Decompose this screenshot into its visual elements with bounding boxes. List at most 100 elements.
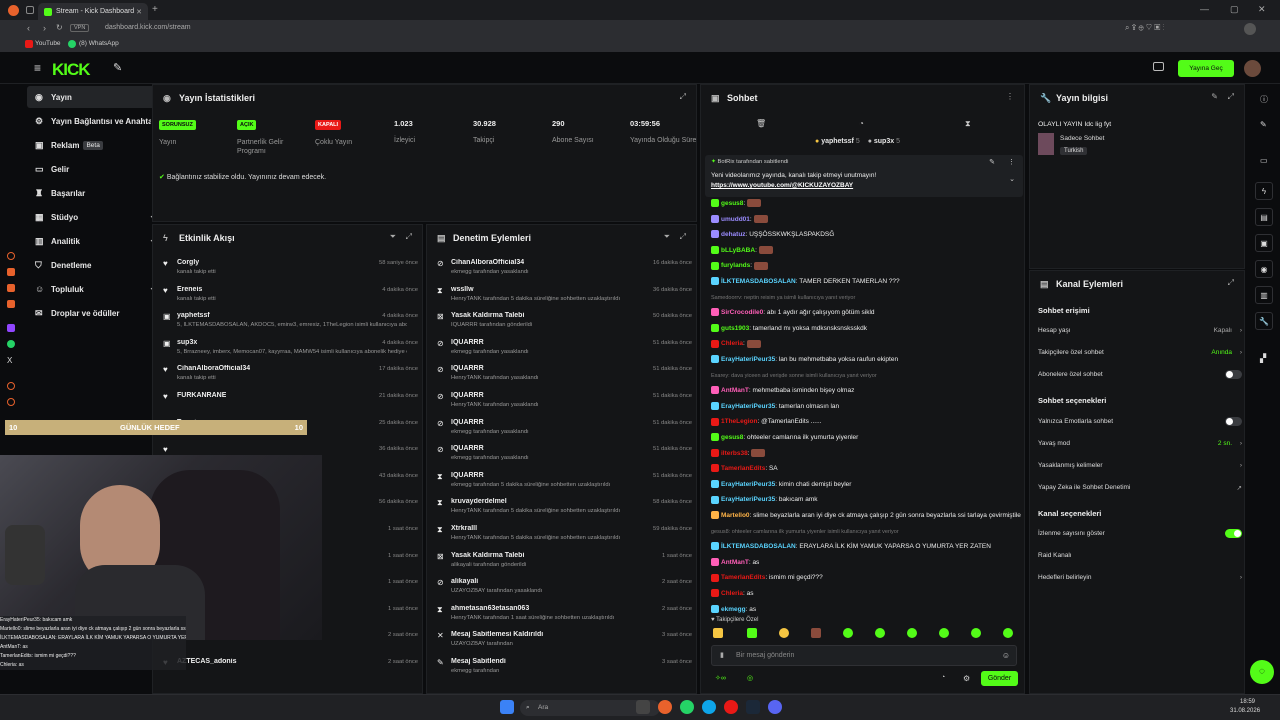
show-viewers-toggle[interactable] <box>1225 529 1242 538</box>
chat-message[interactable]: 1TheLegion: @TamerlanEdits ...... <box>711 417 1021 426</box>
chat-message[interactable]: ErayHateriPeur35: lan bu mehmetbaba yoks… <box>711 355 1021 364</box>
list-item[interactable]: ♥ Ereneis kanalı takip etti 4 dakika önce <box>163 286 418 312</box>
bolt-tool-icon[interactable]: ϟ <box>1255 182 1273 200</box>
rail-icon-3[interactable] <box>7 284 15 292</box>
emote-icon[interactable] <box>875 628 885 638</box>
chat-username[interactable]: dehatuz <box>721 231 746 238</box>
sidebar-item-studyo[interactable]: ▦Stüdyo⌄ <box>27 206 168 228</box>
list-item[interactable]: ⧗ ahmetasan63etasan063 HenryTANK tarafında… <box>437 605 692 631</box>
sidebar-item-stream-key[interactable]: ⚙ Yayın Bağlantısı ve Anahtarı <box>27 110 168 132</box>
menu-icon[interactable]: ≡ <box>34 61 41 75</box>
chat-message[interactable]: ekmegg: as <box>711 604 1021 614</box>
banned-words-option[interactable]: Yasaklanmış kelimeler › <box>1038 462 1242 469</box>
slow-mode-option[interactable]: Yavaş mod 2 sn. › <box>1038 440 1242 447</box>
sidebar-item-gelir[interactable]: ▭ Gelir <box>27 158 168 180</box>
list-item[interactable]: ⊘ CihanAlboraOfficial34 ekmegg tarafından … <box>437 259 692 285</box>
new-tab-icon[interactable]: + <box>152 4 158 15</box>
display-icon[interactable] <box>1153 62 1164 71</box>
list-item[interactable]: ♥ CihanAlboraOfficial34 kanalı takip etti 1… <box>163 365 418 391</box>
chat-username[interactable]: AntManT <box>721 387 749 394</box>
subscribers-chat-toggle[interactable] <box>1225 370 1242 379</box>
chat-message[interactable]: ErayHateriPeur35: tamerlan olmasın lan <box>711 402 1021 411</box>
list-item[interactable]: ⊠ Yasak Kaldırma Talebi IQUARRR tarafından… <box>437 312 692 338</box>
list-item[interactable]: ▣ sup3x 5, Brrazneey, imberx, Memocan07, k… <box>163 339 418 365</box>
list-item[interactable]: ✎ Mesaj Sabitlendi ekmegg tarafından 3 saat… <box>437 658 692 684</box>
rail-icon-6[interactable] <box>7 398 15 406</box>
list-item[interactable]: ▣ yaphetssf 5, İLKTEMASDABOSALAN, AKDOC5, … <box>163 312 418 338</box>
chat-username[interactable]: gesus8 <box>721 434 743 441</box>
expand-icon[interactable]: ⤢ <box>1228 278 1234 288</box>
sidebar-item-analitik[interactable]: ▥Analitik⌄ <box>27 230 168 252</box>
chat-username[interactable]: 1TheLegion <box>721 418 757 425</box>
tab-close-icon[interactable]: ✕ <box>136 8 142 16</box>
forward-icon[interactable]: › <box>43 23 46 33</box>
twitch-icon[interactable] <box>7 324 15 332</box>
pinned-message[interactable]: ✦ BotRix tarafından sabitlendi ✎ ⋮ Yeni … <box>705 155 1023 197</box>
rail-icon-5[interactable] <box>7 382 15 390</box>
chat-username[interactable]: furylands <box>721 262 750 269</box>
chat-message[interactable]: Martello0: slime beyazlarla aran iyi diy… <box>711 511 1021 520</box>
chat-username[interactable]: ilterbs38 <box>721 450 748 457</box>
expand-icon[interactable]: ⤢ <box>680 92 686 102</box>
chat-message[interactable]: AntManT: mehmetbaba isminden bişey olmaz <box>711 386 1021 395</box>
layout-icon[interactable]: ▭ <box>1260 156 1268 165</box>
goals-option[interactable]: Hedefleri belirleyin › <box>1038 574 1242 581</box>
list-item[interactable]: ♥ Corgly kanalı takip etti 58 saniye önce <box>163 259 418 285</box>
chat-message[interactable]: gesus8: ohteeler camlarına ilk yumurta y… <box>711 433 1021 442</box>
chat-message[interactable]: AntManT: as <box>711 558 1021 567</box>
chat-message[interactable]: dehatuz: UŞŞÖSSKWKŞLASPAKDSĞ <box>711 230 1021 239</box>
chat-username[interactable]: İLKTEMASDABOSALAN <box>721 278 796 285</box>
emotes-only-toggle[interactable] <box>1225 417 1242 426</box>
expand-icon[interactable]: ⤢ <box>406 232 412 242</box>
emoji-icon[interactable]: ☺ <box>1002 651 1010 660</box>
chat-tool-icon[interactable]: ▣ <box>1255 234 1273 252</box>
gear-icon[interactable]: ⚙ <box>963 674 970 683</box>
sidebar-item-denetleme[interactable]: ⛉ Denetleme <box>27 254 168 276</box>
chat-username[interactable]: Martello0 <box>721 512 750 519</box>
chat-username[interactable]: ErayHateriPeur35 <box>721 403 775 410</box>
tab-stream-kick-dashboard[interactable]: Stream - Kick Dashboard ✕ <box>38 3 148 20</box>
chat-input[interactable]: ▮ Bir mesaj gönderin ☺ <box>711 645 1017 666</box>
sidebar-item-topluluk[interactable]: ☺Topluluk⌄ <box>27 278 168 300</box>
list-item[interactable]: ⊘ alikayali UZAYOZBAY tarafından yasakland… <box>437 578 692 604</box>
grid-icon[interactable]: ▞ <box>1260 354 1266 363</box>
vpn-badge[interactable]: VPN <box>70 24 90 32</box>
raid-option[interactable]: Raid Kanalı <box>1038 552 1238 559</box>
list-item[interactable]: ⊘ IQUARRR HenryTANK tarafından yasaklandı 5… <box>437 392 692 418</box>
chat-username[interactable]: ErayHateriPeur35 <box>721 356 775 363</box>
tab-menu-icon[interactable] <box>26 6 34 14</box>
chat-settings-icon[interactable]: ◔ <box>941 674 945 681</box>
chat-message[interactable]: ErayHateriPeur35: bakıcam amk <box>711 495 1021 504</box>
whatsapp-rail-icon[interactable] <box>7 340 15 348</box>
chat-username[interactable]: AntManT <box>721 559 749 566</box>
chat-username[interactable]: umudd01 <box>721 216 750 223</box>
edit-icon[interactable]: ✎ <box>1211 92 1218 101</box>
list-item[interactable]: ♥ FURKANRANE 21 dakika önce <box>163 392 418 418</box>
opera-taskbar-icon[interactable] <box>658 700 672 714</box>
chat-username[interactable]: TamerlanEdits <box>721 574 765 581</box>
rail-icon-4[interactable] <box>7 300 15 308</box>
chat-bubble-icon[interactable]: ◔ <box>859 119 864 128</box>
reload-icon[interactable]: ↻ <box>56 23 63 32</box>
chat-username[interactable]: bLLyBABA <box>721 247 755 254</box>
bookmark-youtube[interactable]: YouTube <box>35 40 61 47</box>
chat-username[interactable]: ErayHateriPeur35 <box>721 496 775 503</box>
send-button[interactable]: Gönder <box>981 671 1018 686</box>
account-age-option[interactable]: Hesap yaşı Kapalı › <box>1038 327 1242 334</box>
expand-icon[interactable]: ⤢ <box>1228 92 1234 102</box>
chat-username[interactable]: SirCrocodile0 <box>721 309 763 316</box>
list-item[interactable]: ♥AZTECAS_adonis2 saat önce <box>163 658 418 684</box>
back-icon[interactable]: ‹ <box>27 23 30 33</box>
emote-icon[interactable] <box>939 628 949 638</box>
wrench-tool-icon[interactable]: 🔧 <box>1255 312 1273 330</box>
pinned-menu-icon[interactable]: ⋮ <box>1008 158 1015 166</box>
chat-message[interactable]: umudd01: <box>711 214 1021 224</box>
list-item[interactable]: ✕ Mesaj Sabitlemesi Kaldırıldı UZAYOZBAY t… <box>437 631 692 657</box>
list-item[interactable]: ⧗ IQUARRR ekmegg tarafından 5 dakika sürel… <box>437 472 692 498</box>
chat-username[interactable]: Chleria <box>721 590 743 597</box>
user-avatar[interactable] <box>1244 60 1261 77</box>
emote-icon[interactable] <box>747 628 757 638</box>
steam-icon[interactable] <box>746 700 760 714</box>
chat-tools-icon[interactable]: ✧∞ <box>715 674 726 682</box>
chat-message[interactable]: Chleria: as <box>711 589 1021 598</box>
